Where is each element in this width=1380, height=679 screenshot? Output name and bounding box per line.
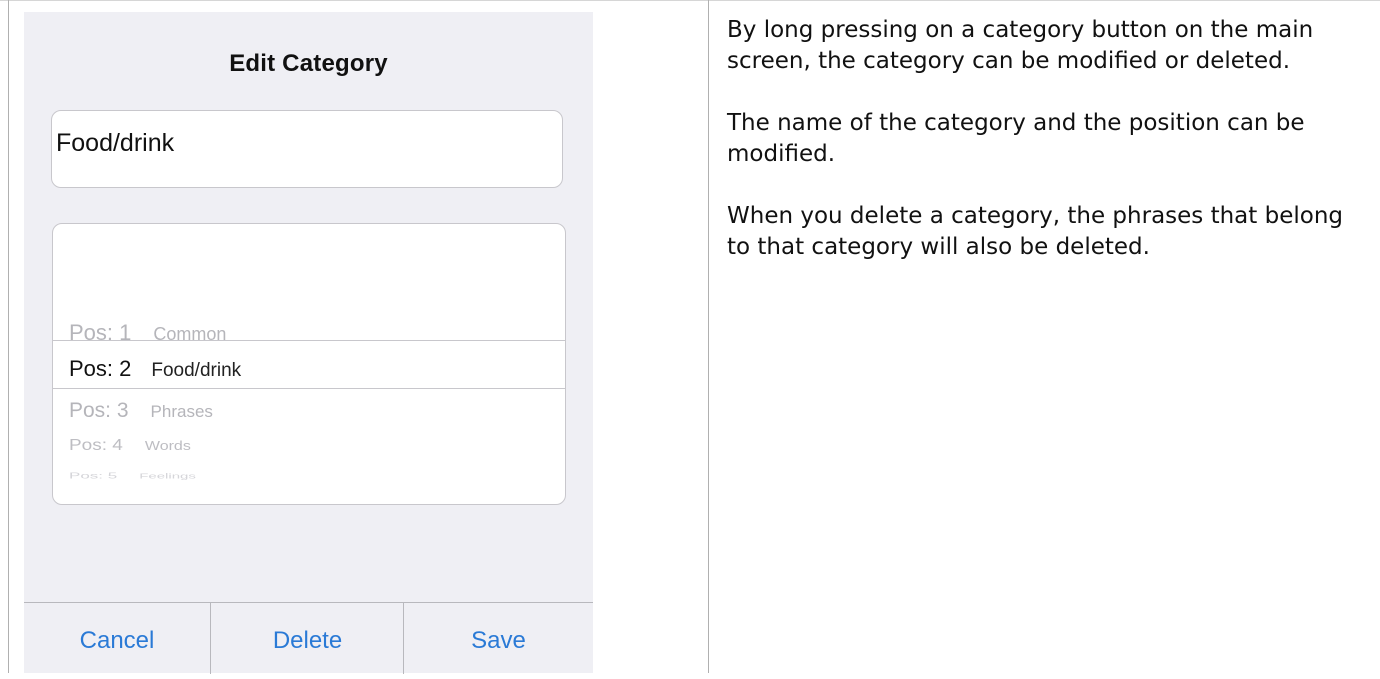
picker-row-name: Feelings xyxy=(139,472,196,481)
description-paragraph: The name of the category and the positio… xyxy=(727,110,1305,167)
edit-category-dialog: Edit Category Food/drink Pos: 1 Common Po… xyxy=(24,12,593,674)
left-border xyxy=(8,0,9,673)
picker-row-position: Pos: 1 xyxy=(69,320,132,345)
position-picker[interactable]: Pos: 1 Common Pos: 2 Food/drink Pos: 3 Phra… xyxy=(52,223,566,505)
picker-row-name: Phrases xyxy=(150,402,213,421)
description-paragraph: By long pressing on a category button on… xyxy=(727,17,1314,74)
selection-line-bottom xyxy=(53,388,565,389)
picker-row[interactable]: Pos: 5 Feelings xyxy=(69,471,196,481)
picker-row[interactable]: Pos: 1 Common xyxy=(69,320,226,346)
picker-row-selected[interactable]: Pos: 2 Food/drink xyxy=(69,356,241,382)
picker-row-name: Food/drink xyxy=(151,360,242,381)
column-divider xyxy=(708,0,709,673)
picker-row-position: Pos: 4 xyxy=(69,437,123,455)
cancel-button[interactable]: Cancel xyxy=(24,603,210,674)
picker-row[interactable]: Pos: 3 Phrases xyxy=(69,399,213,423)
picker-row-name: Words xyxy=(144,439,191,454)
top-border xyxy=(0,0,1380,1)
picker-row-name: Common xyxy=(153,324,227,344)
category-name-value: Food/drink xyxy=(56,129,175,157)
selection-line-top xyxy=(53,340,565,341)
picker-row-position: Pos: 2 xyxy=(69,356,132,381)
picker-row-position: Pos: 3 xyxy=(69,399,129,422)
dialog-button-bar: Cancel Delete Save xyxy=(24,602,593,674)
dialog-title: Edit Category xyxy=(229,50,388,77)
picker-row[interactable]: Pos: 4 Words xyxy=(69,437,191,455)
delete-button[interactable]: Delete xyxy=(210,603,404,674)
description-paragraph: When you delete a category, the phrases … xyxy=(727,203,1343,260)
description-text: By long pressing on a category button on… xyxy=(727,15,1367,294)
picker-row-position: Pos: 5 xyxy=(69,471,118,481)
save-button[interactable]: Save xyxy=(403,603,593,674)
category-name-field[interactable]: Food/drink xyxy=(51,110,563,188)
